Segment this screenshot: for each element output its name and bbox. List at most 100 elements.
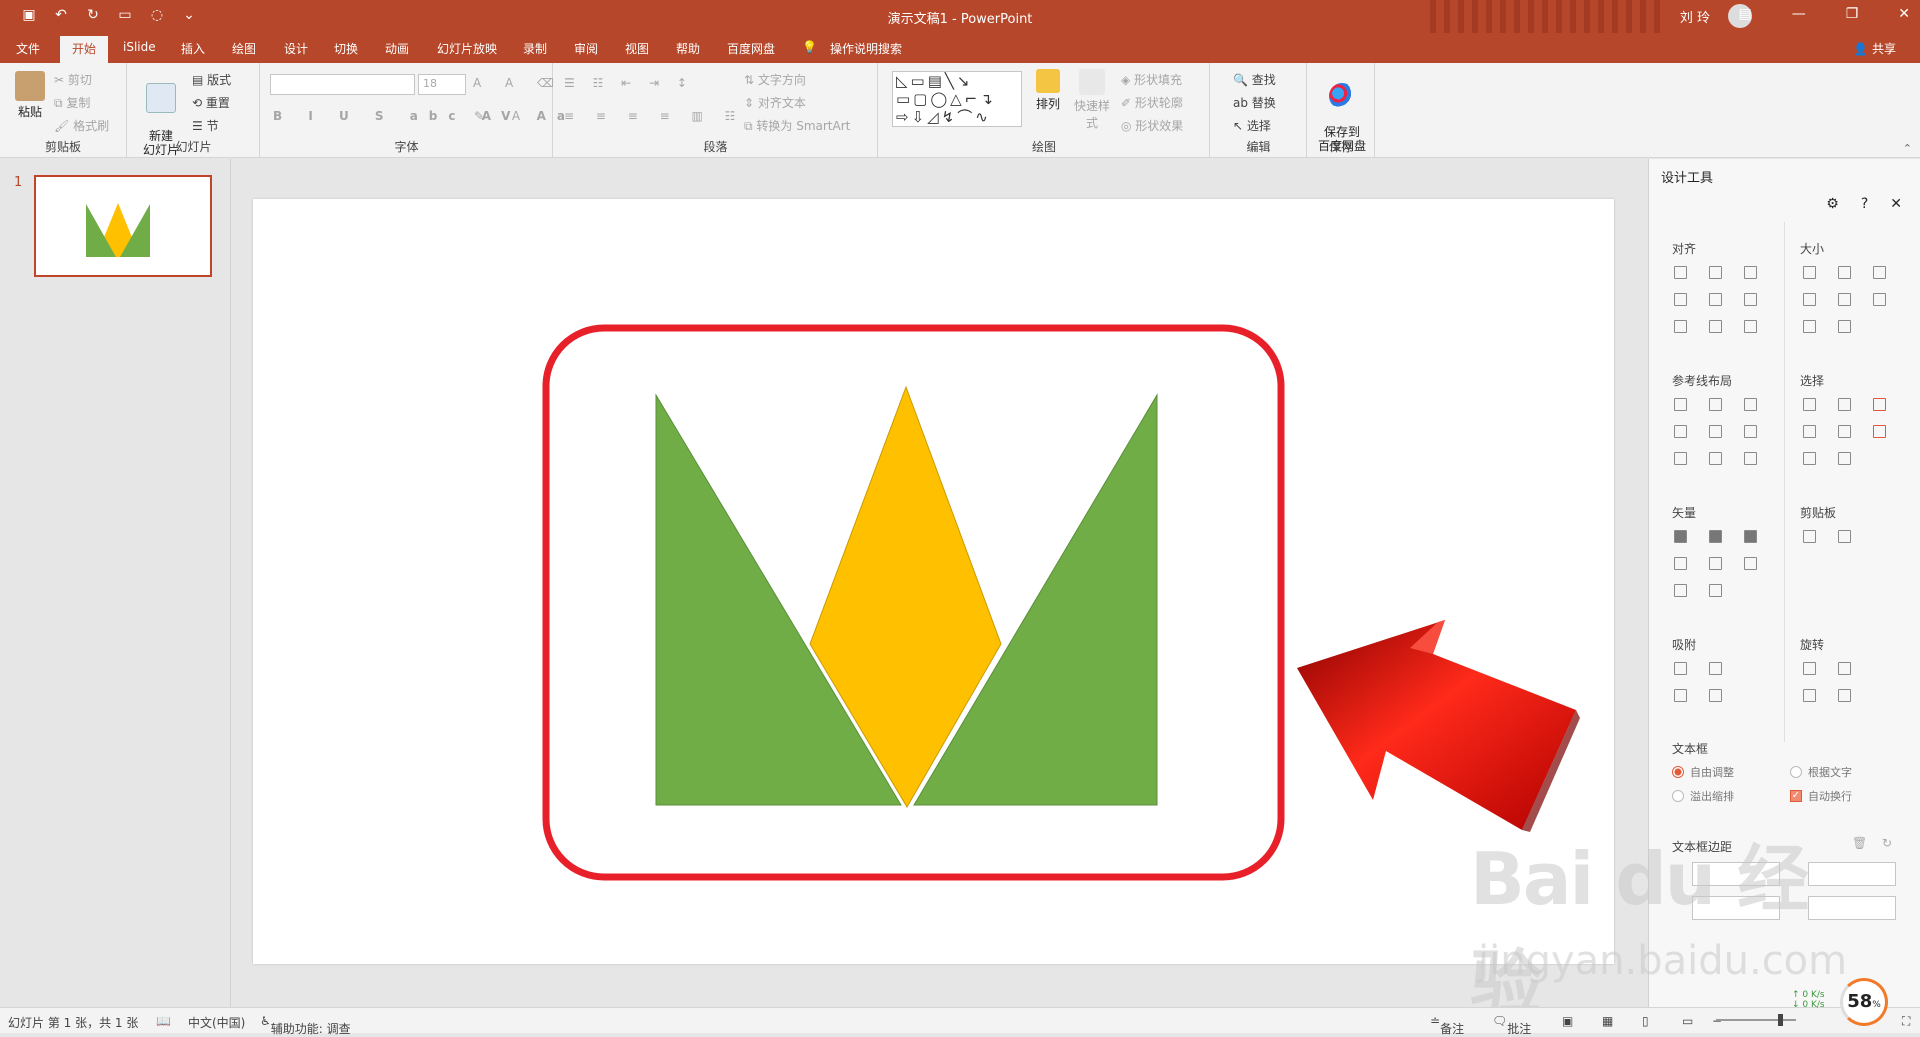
find-button[interactable]: 🔍 查找: [1233, 71, 1276, 88]
tab-insert[interactable]: 插入: [181, 40, 205, 57]
zoom-level-badge[interactable]: 58%: [1840, 978, 1888, 1026]
tab-file[interactable]: 文件: [16, 40, 40, 57]
quick-styles-label: 快速样式: [1073, 99, 1110, 130]
overflow-radio[interactable]: [1672, 790, 1684, 802]
reading-view-icon[interactable]: ▯: [1642, 1014, 1649, 1028]
tab-home[interactable]: 开始: [60, 36, 109, 63]
font-name-field[interactable]: [270, 74, 415, 95]
minimize-icon[interactable]: —: [1792, 6, 1806, 22]
ribbon-display-icon[interactable]: ▤: [1738, 6, 1751, 22]
copy-button[interactable]: ⧉ 复制: [54, 94, 90, 111]
drawing-group-name: 绘图: [1031, 140, 1056, 154]
tab-draw[interactable]: 绘图: [232, 40, 256, 57]
restore-icon[interactable]: ❐: [1846, 6, 1859, 22]
window-title: 演示文稿1 - PowerPoint: [887, 12, 1033, 27]
fit-text-radio[interactable]: [1790, 766, 1802, 778]
shape-fill-label: 形状填充: [1134, 73, 1183, 87]
replace-button[interactable]: ab 替换: [1233, 94, 1276, 111]
rotate-icons[interactable]: [1803, 662, 1852, 702]
download-speed: ↓ 0 K/s: [1792, 1000, 1825, 1010]
auto-wrap-option[interactable]: ✓ 自动换行: [1790, 788, 1852, 804]
section-size: 大小: [1800, 242, 1825, 256]
fit-slide-icon[interactable]: ⛶: [1902, 1014, 1910, 1029]
close-icon[interactable]: ✕: [1898, 6, 1910, 22]
slide-thumbnail[interactable]: [34, 175, 212, 277]
accessibility-status[interactable]: ♿ 辅助功能: 调查: [260, 1014, 351, 1036]
comments-button[interactable]: 🗨 批注: [1492, 1014, 1531, 1036]
overflow-option[interactable]: 溢出缩排: [1672, 788, 1734, 804]
tab-slideshow[interactable]: 幻灯片放映: [437, 40, 497, 57]
spellcheck-icon[interactable]: 📖: [156, 1014, 171, 1028]
cut-button[interactable]: ✂ 剪切: [54, 71, 92, 88]
zoom-slider[interactable]: [1716, 1014, 1796, 1026]
close-icon[interactable]: ✕: [1890, 196, 1902, 212]
shape-fill-button[interactable]: ◈ 形状填充: [1121, 71, 1182, 88]
font-size-field[interactable]: 18: [418, 74, 466, 95]
auto-wrap-checkbox[interactable]: ✓: [1790, 790, 1802, 802]
arrange-label: 排列: [1035, 97, 1060, 111]
paste-button[interactable]: 粘贴: [12, 71, 48, 120]
shape-effects-button[interactable]: ◎ 形状效果: [1121, 117, 1183, 134]
notes-label: 备注: [1440, 1022, 1465, 1036]
margin-right-field[interactable]: [1808, 862, 1896, 886]
vector-icons[interactable]: [1674, 530, 1758, 597]
margin-bottom-field[interactable]: [1808, 896, 1896, 920]
pane-clipboard-icons[interactable]: [1803, 530, 1887, 543]
format-painter-button[interactable]: 🖌 格式刷: [54, 117, 109, 134]
tab-review[interactable]: 审阅: [574, 40, 598, 57]
tab-design[interactable]: 设计: [284, 40, 308, 57]
tab-animations[interactable]: 动画: [385, 40, 409, 57]
language-indicator[interactable]: 中文(中国): [188, 1014, 245, 1031]
refresh-icon[interactable]: ↻: [1882, 836, 1892, 850]
size-icons[interactable]: [1803, 266, 1887, 333]
trash-icon[interactable]: 🗑: [1852, 836, 1867, 850]
reset-button[interactable]: ⟲ 重置: [192, 94, 230, 111]
tab-islide[interactable]: iSlide: [123, 40, 156, 54]
font-color-buttons[interactable]: ✎ A: [474, 109, 532, 123]
section-button[interactable]: ☰ 节: [192, 117, 219, 134]
settings-icon[interactable]: ⚙: [1826, 196, 1839, 212]
select-button[interactable]: ↖ 选择: [1233, 117, 1271, 134]
save-group: 保存到 百度网盘 保存: [1308, 63, 1375, 158]
tell-me-search[interactable]: 操作说明搜索: [830, 40, 902, 57]
user-name[interactable]: 刘 玲: [1680, 7, 1710, 26]
slideshow-icon[interactable]: ▭: [1682, 1014, 1693, 1028]
slide-sorter-icon[interactable]: ▦: [1602, 1014, 1613, 1028]
reset-label: 重置: [205, 96, 230, 110]
new-slide-icon: [146, 83, 176, 113]
replace-label: 替换: [1251, 96, 1276, 110]
shape-outline-button[interactable]: ✐ 形状轮廓: [1121, 94, 1183, 111]
zoom-slider-knob[interactable]: [1778, 1014, 1783, 1026]
select-icons[interactable]: [1803, 398, 1887, 465]
smartart-button[interactable]: ⧉ 转换为 SmartArt: [744, 117, 850, 134]
arrange-button[interactable]: 排列: [1033, 69, 1063, 112]
tab-help[interactable]: 帮助: [676, 40, 700, 57]
normal-view-icon[interactable]: ▣: [1562, 1014, 1573, 1028]
font-grow-shrink[interactable]: A A ⌫: [473, 76, 564, 90]
section-textbox: 文本框: [1672, 742, 1709, 756]
notes-button[interactable]: ≐ 备注: [1430, 1014, 1464, 1036]
slide-canvas[interactable]: [253, 199, 1614, 964]
tab-record[interactable]: 录制: [523, 40, 547, 57]
layout-button[interactable]: ▤ 版式: [192, 71, 231, 88]
auto-adjust-option[interactable]: 自由调整: [1672, 764, 1734, 780]
fit-text-option[interactable]: 根据文字: [1790, 764, 1852, 780]
align-text-button[interactable]: ⇕ 对齐文本: [744, 94, 806, 111]
guides-icons[interactable]: [1674, 398, 1758, 465]
tab-view[interactable]: 视图: [625, 40, 649, 57]
shapes-gallery[interactable]: ◺▭▤╲↘ ▭▢◯△⌐↴ ⇨⇩◿↯⌒∿: [892, 71, 1022, 127]
list-buttons[interactable]: ☰ ☷ ⇤ ⇥ ↕: [564, 76, 694, 90]
collapse-ribbon-icon[interactable]: ⌃: [1903, 142, 1912, 155]
quick-styles-button[interactable]: 快速样式: [1069, 69, 1115, 131]
share-button[interactable]: 👤 共享: [1853, 40, 1896, 57]
text-direction-button[interactable]: ⇅ 文字方向: [744, 71, 806, 88]
help-icon[interactable]: ?: [1861, 196, 1868, 212]
paste-label: 粘贴: [17, 105, 42, 119]
tab-baidu[interactable]: 百度网盘: [727, 40, 775, 57]
tab-transitions[interactable]: 切换: [334, 40, 358, 57]
auto-adjust-radio[interactable]: [1672, 766, 1684, 778]
snap-icons[interactable]: [1674, 662, 1723, 702]
alignment-buttons[interactable]: ≡ ≡ ≡ ≡ ▥ ☷: [564, 109, 744, 123]
zoom-out-icon[interactable]: −: [1712, 1014, 1722, 1028]
align-icons[interactable]: [1674, 266, 1758, 333]
